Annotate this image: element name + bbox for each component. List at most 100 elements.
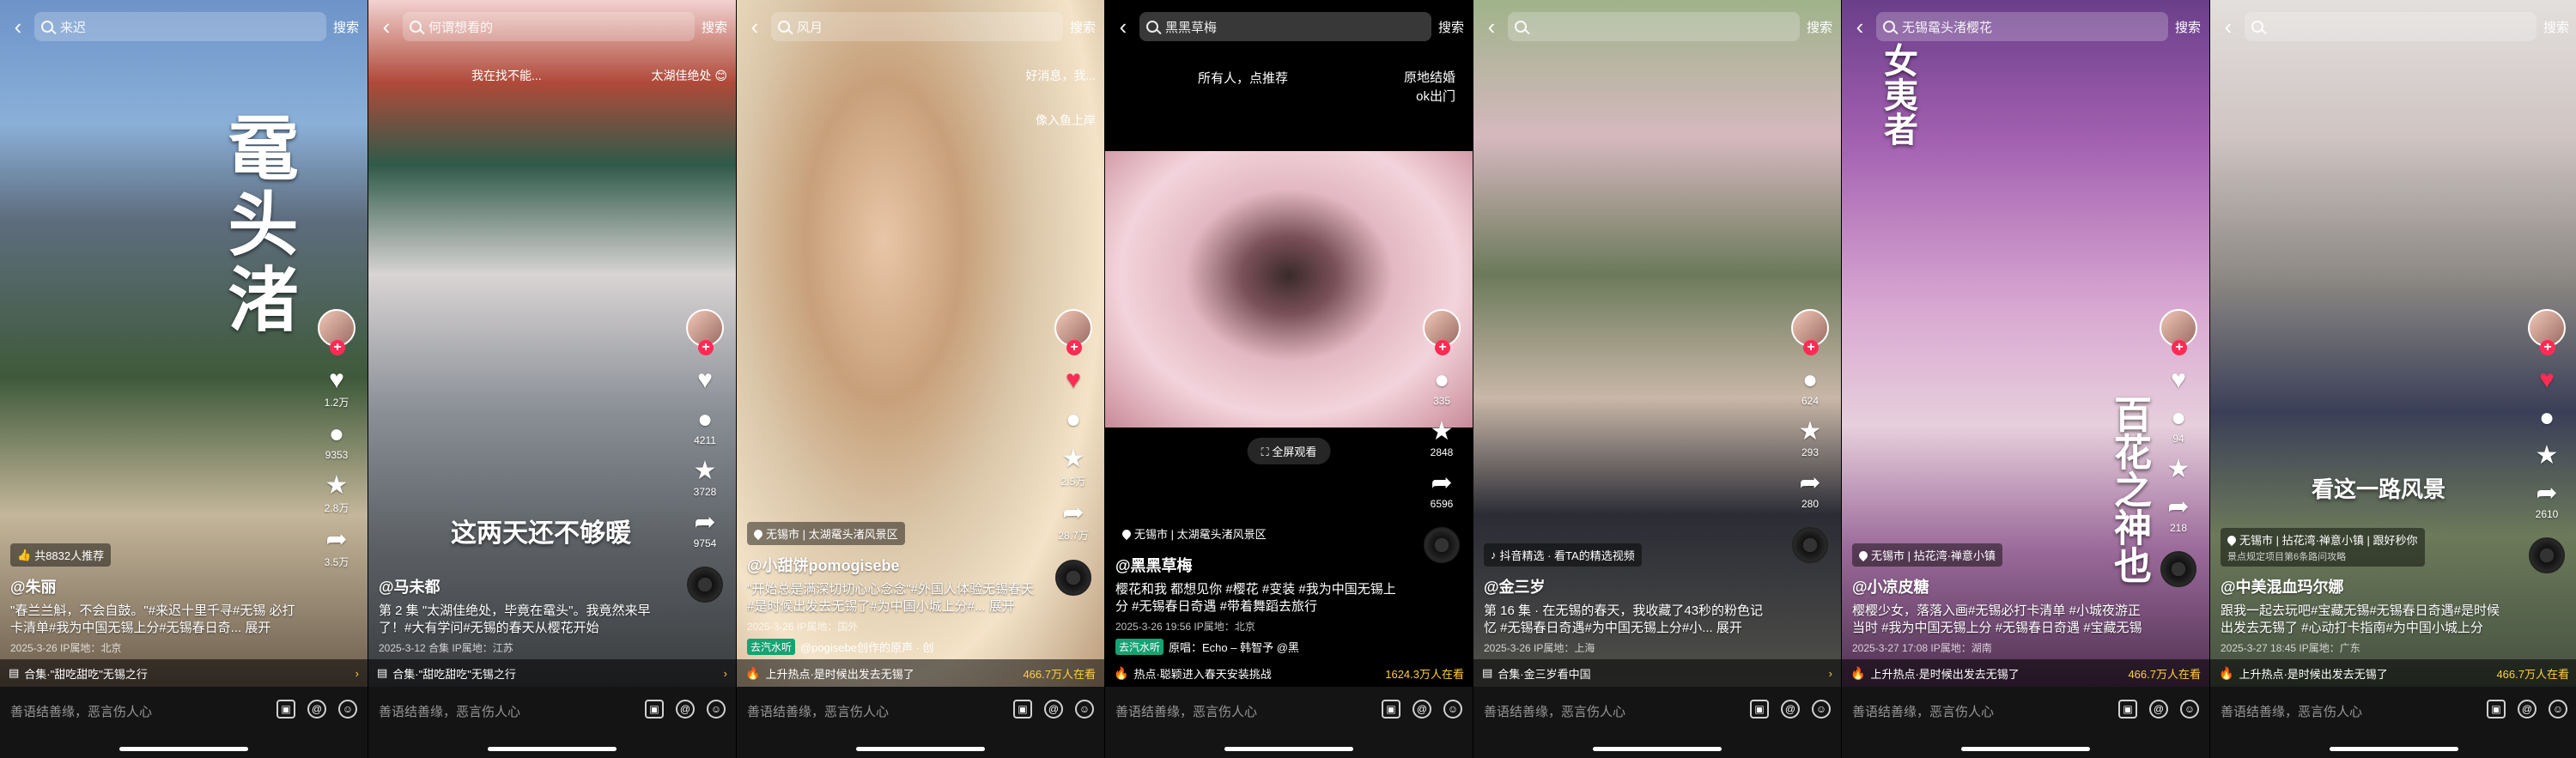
video-panel-7[interactable]: ‹ 搜索 看这一路风景 + ♥ ● ★ ➦ 2610 无锡市 | 拈花湾·禅意小镇… [2209, 0, 2576, 758]
author-name[interactable]: @小凉皮糖 [1852, 575, 2142, 597]
music-row[interactable]: 去汽水听 @pogisebe创作的原声 · 创 [747, 639, 1037, 655]
back-icon[interactable]: ‹ [2219, 14, 2238, 39]
hot-banner[interactable]: 🔥 热点·聪颖进入春天安装挑战 1624.3万人在看 [1105, 659, 1473, 687]
hot-banner[interactable]: 🔥 上升热点·是时候出发去无锡了 466.7万人在看 [2210, 659, 2576, 687]
share-icon[interactable]: ➦ [1799, 470, 1820, 496]
follow-button[interactable]: + [1435, 340, 1450, 355]
share-icon[interactable]: ➦ [1431, 470, 1452, 496]
at-icon[interactable]: @ [2149, 700, 2168, 719]
author-name[interactable]: @金三岁 [1484, 575, 1774, 597]
share-icon[interactable]: ➦ [1062, 500, 1084, 526]
search-input[interactable]: 来迟 [34, 12, 326, 41]
follow-button[interactable]: + [2540, 340, 2555, 355]
back-icon[interactable]: ‹ [1482, 14, 1501, 39]
back-icon[interactable]: ‹ [1114, 14, 1133, 39]
emoji-icon[interactable]: ☺ [338, 700, 357, 719]
favorite-icon[interactable]: ★ [694, 458, 717, 484]
video-panel-5[interactable]: ‹ 搜索 + ● 624 ★ 293 ➦ 280 ♪ 抖音精选 · 看TA的精选视频 @… [1473, 0, 1841, 758]
follow-button[interactable]: + [698, 340, 714, 355]
music-tag[interactable]: 去汽水听 [747, 639, 796, 655]
caption[interactable]: "春兰兰斛，不会自鼓。"#来迟十里千寻#无锡 必打卡清单#我为中国无锡上分#无锡… [10, 603, 301, 637]
music-disc-icon[interactable] [1424, 527, 1460, 563]
collection-banner[interactable]: ▤ 合集·"甜吃甜吃"无锡之行 › [368, 659, 736, 687]
music-tag[interactable]: 去汽水听 [1115, 639, 1164, 655]
search-button[interactable]: 搜索 [1807, 18, 1832, 36]
location-tag[interactable]: 无锡市 | 拈花湾·禅意小镇 | 跟好秒你 景点规定项目第6条路问攻略 [2221, 528, 2425, 567]
comment-icon[interactable]: ● [1066, 407, 1081, 433]
location-tag[interactable]: 无锡市 | 太湖鼋头渚风景区 [747, 522, 905, 545]
favorite-icon[interactable]: ★ [325, 473, 349, 499]
emoji-icon[interactable]: ☺ [1075, 700, 1094, 719]
comment-input[interactable]: 善语结善缘，恶言伤人心 [379, 702, 520, 720]
video-panel-2[interactable]: ‹ 何谓想看的 搜索 我在找不能... 太湖佳绝处 😊 这两天还不够暖 + ♥ … [368, 0, 736, 758]
caption[interactable]: 跟我一起去玩吧#宝藏无锡#无锡春日奇遇#是时候出发去无锡了 #心动打卡指南#为中… [2221, 603, 2511, 637]
caption[interactable]: 第 2 集 "太湖佳绝处，毕竟在鼋头"。我竟然来早了！#大有学问#无锡的春天从樱… [379, 603, 669, 637]
collection-banner[interactable]: ▤ 合集·"甜吃甜吃"无锡之行 › [0, 659, 368, 687]
comment-input[interactable]: 善语结善缘，恶言伤人心 [1115, 702, 1257, 720]
author-name[interactable]: @中美混血玛尔娜 [2221, 575, 2511, 597]
at-icon[interactable]: @ [2518, 700, 2537, 719]
author-name[interactable]: @小甜饼pomogisebe [747, 554, 1037, 576]
comment-icon[interactable]: ● [2171, 405, 2186, 431]
music-disc-icon[interactable] [1792, 527, 1828, 563]
collection-banner[interactable]: ▤ 合集·金三岁看中国 › [1473, 659, 1841, 687]
comment-input[interactable]: 善语结善缘，恶言伤人心 [10, 702, 152, 720]
video-panel-1[interactable]: ‹ 来迟 搜索 鼋头渚 + ♥ 1.2万 ● 9353 ★ 2.8万 ➦ 3.5万 👍 共… [0, 0, 368, 758]
search-button[interactable]: 搜索 [2543, 18, 2569, 36]
caption[interactable]: "开始总是满深切切心心念念"#外国人体验无锡春天 #是时候出发去无锡了#为中国小… [747, 581, 1037, 615]
image-icon[interactable]: ▣ [1013, 700, 1032, 719]
search-input[interactable]: 无锡鼋头渚樱花 [1876, 12, 2168, 41]
follow-button[interactable]: + [1803, 340, 1819, 355]
image-icon[interactable]: ▣ [645, 700, 664, 719]
share-icon[interactable]: ➦ [694, 510, 715, 536]
search-input[interactable]: 何谓想看的 [403, 12, 695, 41]
video-panel-6[interactable]: ‹ 无锡鼋头渚樱花 搜索 女夷者 百花之神也 + ♥ ● 94 ★ ➦ 218 无锡… [1841, 0, 2209, 758]
search-input[interactable] [1508, 12, 1800, 41]
share-icon[interactable]: ➦ [325, 527, 347, 553]
music-row[interactable]: 去汽水听 原唱：Echo – 韩智予 @黑 [1115, 639, 1406, 655]
like-icon[interactable]: ♥ [2171, 367, 2186, 393]
emoji-icon[interactable]: ☺ [2180, 700, 2199, 719]
video-panel-3[interactable]: ‹ 风月 搜索 好消息，我... 像入鱼上岸 + ♥ ● ★ 2.5万 ➦ 28.7… [736, 0, 1104, 758]
location-tag[interactable]: 无锡市 | 拈花湾·禅意小镇 [1852, 543, 2002, 567]
like-icon[interactable]: ♥ [2539, 367, 2555, 393]
search-button[interactable]: 搜索 [2175, 18, 2201, 36]
promo-tag[interactable]: ♪ 抖音精选 · 看TA的精选视频 [1484, 543, 1642, 567]
like-icon[interactable]: ♥ [1066, 367, 1081, 393]
back-icon[interactable]: ‹ [377, 14, 396, 39]
comment-input[interactable]: 善语结善缘，恶言伤人心 [747, 702, 889, 720]
favorite-icon[interactable]: ★ [1431, 419, 1454, 445]
image-icon[interactable]: ▣ [1750, 700, 1769, 719]
emoji-icon[interactable]: ☺ [2549, 700, 2567, 719]
follow-button[interactable]: + [330, 340, 345, 355]
image-icon[interactable]: ▣ [1382, 700, 1400, 719]
comment-icon[interactable]: ● [329, 421, 344, 447]
like-icon[interactable]: ♥ [329, 367, 344, 393]
share-icon[interactable]: ➦ [2536, 481, 2557, 506]
favorite-icon[interactable]: ★ [1062, 446, 1085, 472]
author-name[interactable]: @朱丽 [10, 575, 301, 597]
comment-icon[interactable]: ● [697, 407, 713, 433]
like-icon[interactable]: ♥ [697, 367, 713, 393]
back-icon[interactable]: ‹ [9, 14, 27, 39]
hot-banner[interactable]: 🔥 上升热点·是时候出发去无锡了 466.7万人在看 [1842, 659, 2209, 687]
emoji-icon[interactable]: ☺ [1812, 700, 1831, 719]
emoji-icon[interactable]: ☺ [707, 700, 726, 719]
favorite-icon[interactable]: ★ [1799, 419, 1822, 445]
author-name[interactable]: @黑黑草梅 [1115, 554, 1406, 576]
follow-button[interactable]: + [1066, 340, 1082, 355]
video-panel-4[interactable]: ‹ 黑黑草梅 搜索 所有人，点推荐 原地结婚 ok出门 ⛶ 全屏观看 + ● 33… [1104, 0, 1473, 758]
image-icon[interactable]: ▣ [2487, 700, 2506, 719]
hot-banner[interactable]: 🔥 上升热点·是时候出发去无锡了 466.7万人在看 [737, 659, 1104, 687]
back-icon[interactable]: ‹ [1850, 14, 1869, 39]
emoji-icon[interactable]: ☺ [1443, 700, 1462, 719]
author-name[interactable]: @马未都 [379, 575, 669, 597]
at-icon[interactable]: @ [307, 700, 326, 719]
location-tag[interactable]: 无锡市 | 太湖鼋头渚风景区 [1115, 522, 1273, 545]
comment-icon[interactable]: ● [1802, 367, 1818, 393]
favorite-icon[interactable]: ★ [2167, 457, 2190, 482]
at-icon[interactable]: @ [1781, 700, 1800, 719]
search-input[interactable] [2245, 12, 2537, 41]
image-icon[interactable]: ▣ [276, 700, 295, 719]
at-icon[interactable]: @ [1413, 700, 1431, 719]
